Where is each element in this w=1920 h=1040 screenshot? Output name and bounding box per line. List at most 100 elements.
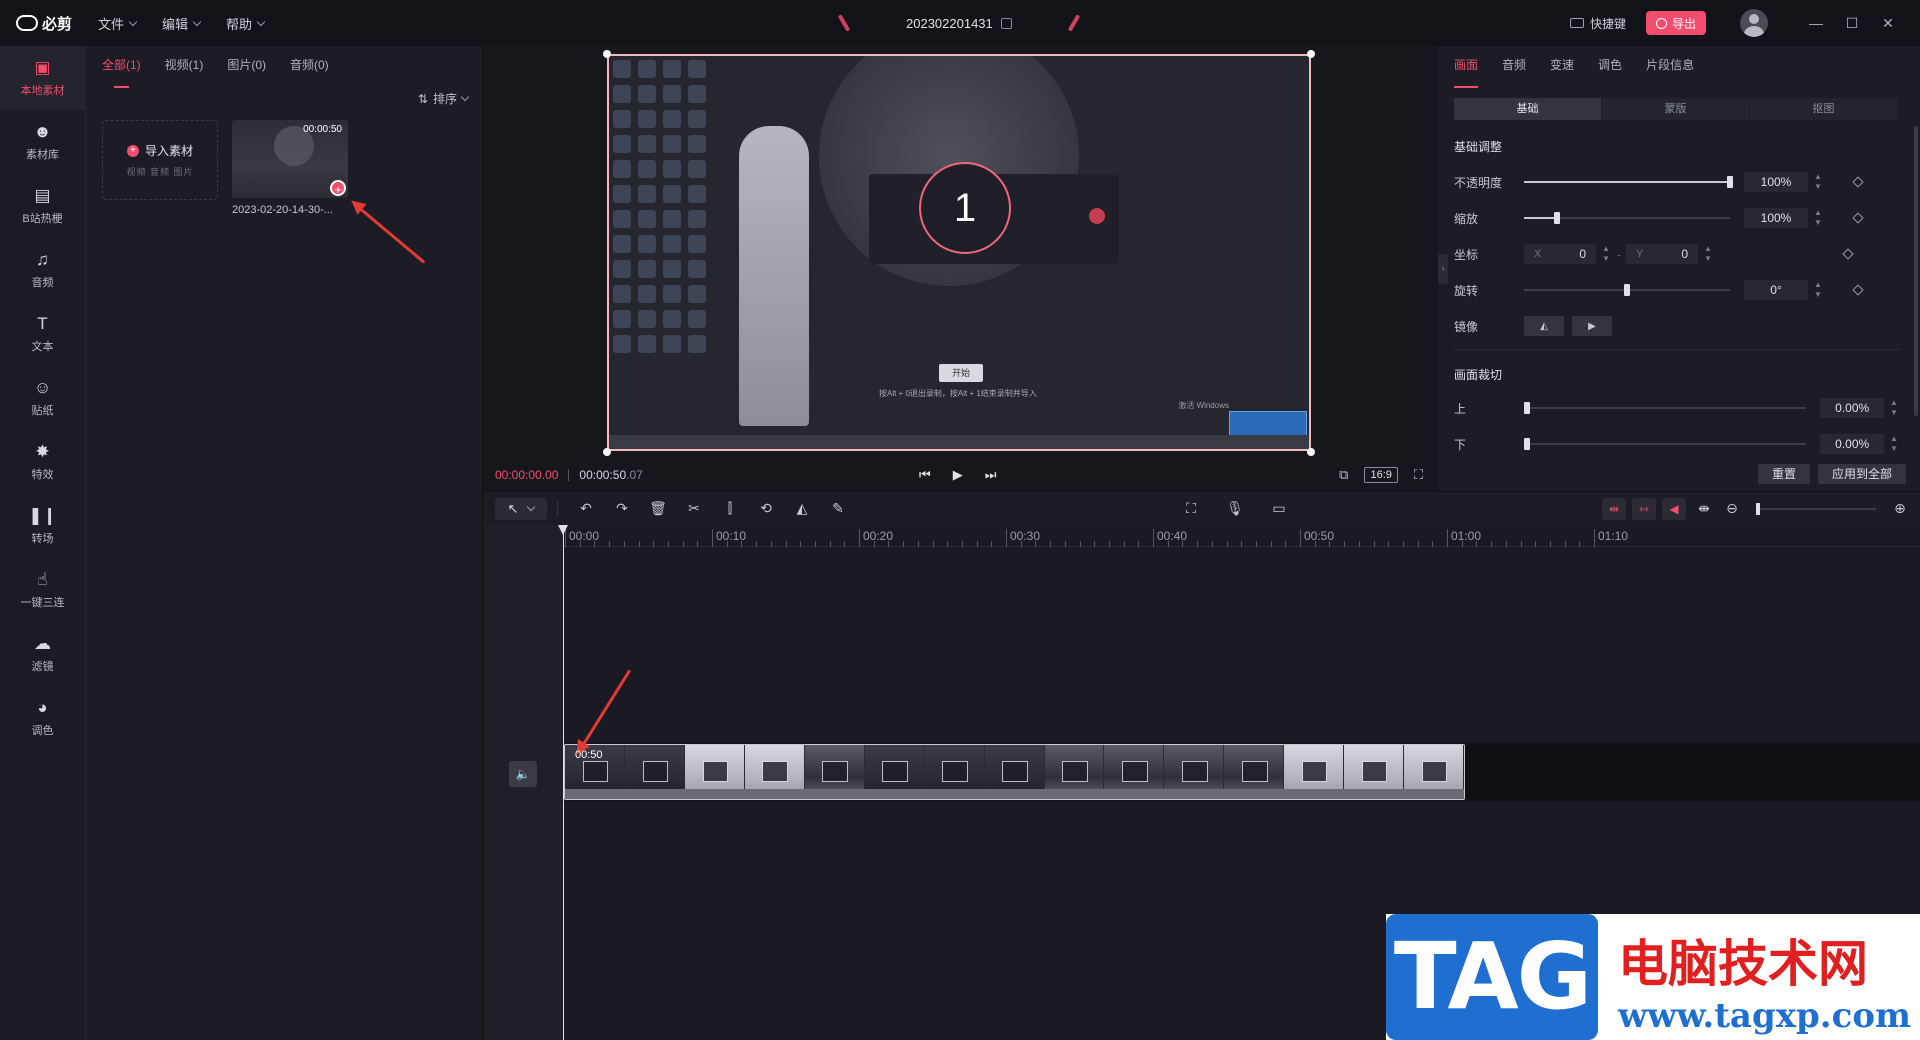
scale-slider[interactable]: [1524, 212, 1730, 224]
microphone-icon[interactable]: 🎙: [1217, 500, 1253, 517]
reset-button[interactable]: 重置: [1757, 464, 1810, 484]
playhead[interactable]: [558, 525, 568, 1040]
segment-cutout[interactable]: 抠图: [1750, 98, 1898, 120]
crop-top-value[interactable]: 0.00%: [1820, 398, 1885, 418]
reverse-icon[interactable]: ⟲: [748, 500, 784, 517]
crop-bottom-knob[interactable]: [1523, 438, 1530, 450]
close-button[interactable]: ✕: [1870, 15, 1906, 32]
zoom-slider-knob[interactable]: [1756, 502, 1760, 515]
zoom-out-icon[interactable]: ⊖: [1722, 500, 1742, 517]
keyframe-icon[interactable]: [1852, 284, 1864, 296]
opacity-slider-knob[interactable]: [1727, 176, 1733, 188]
start-button[interactable]: 开始: [939, 364, 983, 382]
collapse-panel-button[interactable]: ›: [1438, 254, 1448, 284]
flip-horizontal-icon[interactable]: ◭: [1524, 316, 1564, 336]
scale-value[interactable]: 100%: [1744, 208, 1808, 228]
menu-help[interactable]: 帮助: [226, 14, 266, 33]
timeline-clip[interactable]: 00:50: [564, 744, 1465, 800]
crop-top-stepper[interactable]: ▲ ▼: [1888, 398, 1900, 418]
menu-file[interactable]: 文件: [98, 14, 138, 33]
opacity-stepper[interactable]: ▲ ▼: [1812, 172, 1824, 192]
zoom-in-icon[interactable]: ⊕: [1890, 500, 1910, 517]
redo-icon[interactable]: ↷: [604, 500, 640, 517]
play-icon[interactable]: ▶: [953, 467, 963, 483]
select-tool-button[interactable]: ↖: [495, 497, 547, 520]
crop-icon[interactable]: ⧉: [1339, 467, 1348, 483]
resize-handle[interactable]: [603, 50, 611, 58]
mute-icon[interactable]: ◀: [1662, 497, 1686, 520]
edit-icon[interactable]: [1000, 17, 1012, 29]
resize-handle[interactable]: [1307, 50, 1315, 58]
avatar[interactable]: [1740, 9, 1768, 37]
rail-item-4[interactable]: T 文本: [0, 302, 85, 366]
mirror-icon[interactable]: ◭: [784, 500, 820, 517]
tab-image[interactable]: 图片(0): [227, 56, 266, 80]
tab-color[interactable]: 调色: [1598, 56, 1622, 80]
segment-mask[interactable]: 蒙版: [1602, 98, 1750, 120]
delete-icon[interactable]: 🗑: [640, 500, 676, 517]
opacity-slider[interactable]: [1524, 176, 1733, 188]
screen-record-icon[interactable]: ⛶: [1173, 500, 1209, 517]
link-icon[interactable]: ⇿: [1632, 497, 1656, 520]
maximize-button[interactable]: ☐: [1834, 15, 1870, 32]
split-icon[interactable]: ✂: [676, 500, 712, 517]
add-to-timeline-button[interactable]: +: [330, 180, 346, 197]
keyframe-icon[interactable]: [1852, 212, 1864, 224]
crop-top-slider[interactable]: [1523, 402, 1807, 414]
x-input[interactable]: X0: [1524, 244, 1596, 264]
rail-item-8[interactable]: ☝ 一键三连: [0, 558, 85, 622]
rail-item-1[interactable]: ☻ 素材库: [0, 110, 85, 174]
keyframe-icon[interactable]: [1852, 176, 1864, 188]
apply-all-button[interactable]: 应用到全部: [1817, 464, 1906, 484]
y-stepper[interactable]: ▲ ▼: [1702, 244, 1714, 264]
crop-bottom-stepper[interactable]: ▲ ▼: [1888, 434, 1900, 454]
tab-video[interactable]: 视频(1): [165, 56, 204, 80]
rail-item-5[interactable]: ☺ 贴纸: [0, 366, 85, 430]
menu-edit[interactable]: 编辑: [162, 14, 202, 33]
resize-handle[interactable]: [603, 448, 611, 456]
skip-forward-icon[interactable]: ⏭: [985, 467, 997, 483]
crop-top-knob[interactable]: [1523, 402, 1530, 414]
snap-icon[interactable]: ⇹: [1602, 497, 1626, 520]
track-volume-icon[interactable]: 🔈: [509, 761, 537, 787]
fullscreen-icon[interactable]: ⛶: [1414, 467, 1423, 483]
rotate-slider-knob[interactable]: [1624, 284, 1630, 296]
segment-basic[interactable]: 基础: [1454, 98, 1602, 120]
rotate-value[interactable]: 0°: [1744, 280, 1808, 300]
rail-item-6[interactable]: ✸ 特效: [0, 430, 85, 494]
export-button[interactable]: 导出: [1645, 11, 1706, 35]
undo-icon[interactable]: ↶: [568, 500, 604, 517]
rail-item-0[interactable]: ▣ 本地素材: [0, 46, 85, 110]
flip-vertical-icon[interactable]: ▶: [1572, 316, 1612, 336]
tab-all[interactable]: 全部(1): [102, 56, 141, 88]
properties-scrollbar[interactable]: [1914, 126, 1918, 416]
crop-bottom-slider[interactable]: [1523, 438, 1807, 450]
opacity-value[interactable]: 100%: [1744, 172, 1808, 192]
rail-item-7[interactable]: ❚❙ 转场: [0, 494, 85, 558]
zoom-slider[interactable]: [1756, 502, 1876, 515]
tab-audio[interactable]: 音频(0): [290, 56, 329, 80]
crop-bottom-value[interactable]: 0.00%: [1820, 434, 1885, 454]
keyframe-icon[interactable]: [1842, 248, 1854, 260]
pin-icon[interactable]: ✎: [820, 500, 856, 517]
minimize-button[interactable]: —: [1798, 15, 1834, 31]
preview-canvas[interactable]: 1 开始 按Alt + 0退出录制，按Alt + 1结束录制并导入 激活 Win…: [607, 54, 1311, 451]
tab-clip-info[interactable]: 片段信息: [1646, 56, 1694, 80]
aspect-ratio-button[interactable]: 16:9: [1364, 466, 1398, 483]
shortcut-button[interactable]: 快捷键: [1569, 15, 1626, 32]
sort-button[interactable]: ⇅ 排序: [418, 90, 470, 107]
camera-icon[interactable]: ▭: [1261, 500, 1297, 517]
rail-item-2[interactable]: ▤ B站热梗: [0, 174, 85, 238]
rail-item-3[interactable]: ♫ 音频: [0, 238, 85, 302]
tab-audio-props[interactable]: 音频: [1502, 56, 1526, 80]
resize-handle[interactable]: [1307, 448, 1315, 456]
rotate-stepper[interactable]: ▲ ▼: [1812, 280, 1824, 300]
rail-item-10[interactable]: ◕ 调色: [0, 686, 85, 750]
rail-item-9[interactable]: ☁ 滤镜: [0, 622, 85, 686]
scale-stepper[interactable]: ▲ ▼: [1812, 208, 1824, 228]
tab-picture[interactable]: 画面: [1454, 56, 1479, 88]
scale-slider-knob[interactable]: [1553, 212, 1560, 224]
freeze-frame-icon[interactable]: ⫿: [712, 500, 748, 517]
y-input[interactable]: Y0: [1626, 244, 1698, 264]
x-stepper[interactable]: ▲ ▼: [1600, 244, 1612, 264]
